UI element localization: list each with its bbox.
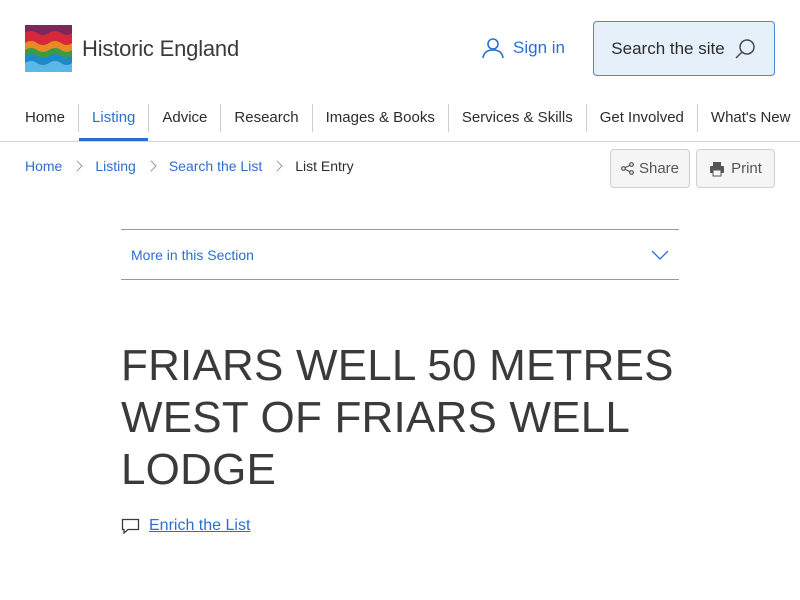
nav-item-listing[interactable]: Listing (78, 104, 149, 141)
nav-item-advice[interactable]: Advice (148, 104, 220, 132)
more-in-section-label: More in this Section (131, 246, 254, 263)
user-icon (482, 38, 504, 59)
site-logo[interactable]: Historic England (25, 25, 239, 72)
enrich-the-list-link[interactable]: Enrich the List (121, 517, 250, 535)
chevron-right-icon (71, 160, 84, 172)
search-icon (735, 38, 755, 59)
search-site-label: Search the site (611, 38, 725, 58)
share-icon (621, 162, 634, 175)
share-button[interactable]: Share (610, 149, 690, 188)
nav-item-whats-new[interactable]: What's New (696, 104, 790, 132)
comment-icon (121, 518, 140, 534)
chevron-down-icon (651, 250, 669, 260)
breadcrumb-current: List Entry (295, 158, 354, 174)
main-nav: Home Listing Advice Research Images & Bo… (25, 104, 790, 141)
share-label: Share (638, 160, 680, 177)
print-label: Print (731, 160, 762, 177)
print-button[interactable]: Print (696, 149, 775, 188)
sign-in-label: Sign in (513, 38, 565, 57)
breadcrumb: Home Listing Search the List List Entry (25, 158, 354, 174)
historic-england-logo-icon (25, 25, 72, 72)
nav-item-get-involved[interactable]: Get Involved (585, 104, 697, 132)
enrich-the-list-label: Enrich the List (149, 517, 251, 534)
nav-item-home[interactable]: Home (25, 104, 78, 132)
sign-in-link[interactable]: Sign in (481, 36, 565, 60)
breadcrumb-home[interactable]: Home (25, 158, 62, 174)
more-in-section-toggle[interactable]: More in this Section (121, 229, 679, 280)
nav-item-images-books[interactable]: Images & Books (311, 104, 448, 132)
site-header: Historic England Sign in Search the site (0, 0, 800, 96)
chevron-right-icon (271, 160, 283, 172)
nav-item-research[interactable]: Research (220, 104, 311, 132)
chevron-right-icon (145, 160, 157, 172)
printer-icon (710, 161, 725, 176)
breadcrumb-search-the-list[interactable]: Search the List (169, 158, 262, 174)
page-title: FRIARS WELL 50 METRES WEST OF FRIARS WEL… (121, 341, 674, 494)
search-site-button[interactable]: Search the site (593, 21, 775, 76)
breadcrumb-listing[interactable]: Listing (95, 158, 135, 174)
logo-text: Historic England (82, 35, 239, 61)
nav-item-services-skills[interactable]: Services & Skills (447, 104, 586, 132)
nav-divider (0, 141, 800, 142)
